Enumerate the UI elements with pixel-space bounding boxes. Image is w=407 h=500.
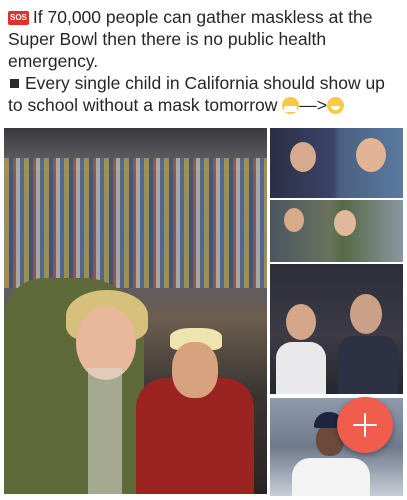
side-photo-3-person-a (276, 342, 326, 394)
add-button[interactable] (337, 397, 393, 453)
post-line-1: SOS If 70,000 people can gather maskless … (8, 6, 400, 28)
post-text: SOS If 70,000 people can gather maskless … (8, 6, 400, 116)
person-right-face (172, 342, 218, 398)
side-photo-3-person-b (338, 336, 398, 394)
side-photo-1[interactable] (270, 128, 403, 198)
side-photo-2-face-b (334, 210, 356, 236)
side-photo-1-face-a (290, 142, 316, 172)
side-photo-3-face-b (350, 294, 382, 334)
side-photo-3[interactable] (270, 264, 403, 394)
post-line-2: Super Bowl then there is no public healt… (8, 29, 327, 49)
side-photo-2[interactable] (270, 200, 403, 262)
post-line-4: Every single child in California should … (8, 72, 400, 94)
arrow-text: —> (299, 95, 328, 115)
post-line-5-text: to school without a mask tomorrow (8, 95, 278, 115)
side-photo-1-face-b (356, 138, 386, 172)
side-photo-4-person (292, 458, 370, 496)
post-line-4-text: Every single child in California should … (25, 73, 385, 93)
post-line-3: emergency. (8, 51, 99, 71)
post-line-1-text: If 70,000 people can gather maskless at … (32, 7, 373, 27)
post-line-5: to school without a mask tomorrow —> (8, 94, 400, 116)
crowd-area (4, 158, 267, 288)
side-photo-3-face-a (286, 304, 316, 340)
glass-railing (88, 368, 122, 494)
side-photo-2-face-a (284, 208, 304, 232)
grinning-face-icon (327, 97, 345, 114)
sos-icon: SOS (8, 11, 29, 25)
stadium-crowd-photo[interactable] (4, 128, 267, 494)
face-with-medical-mask-icon (282, 97, 300, 114)
black-square-bullet-icon (10, 78, 19, 88)
